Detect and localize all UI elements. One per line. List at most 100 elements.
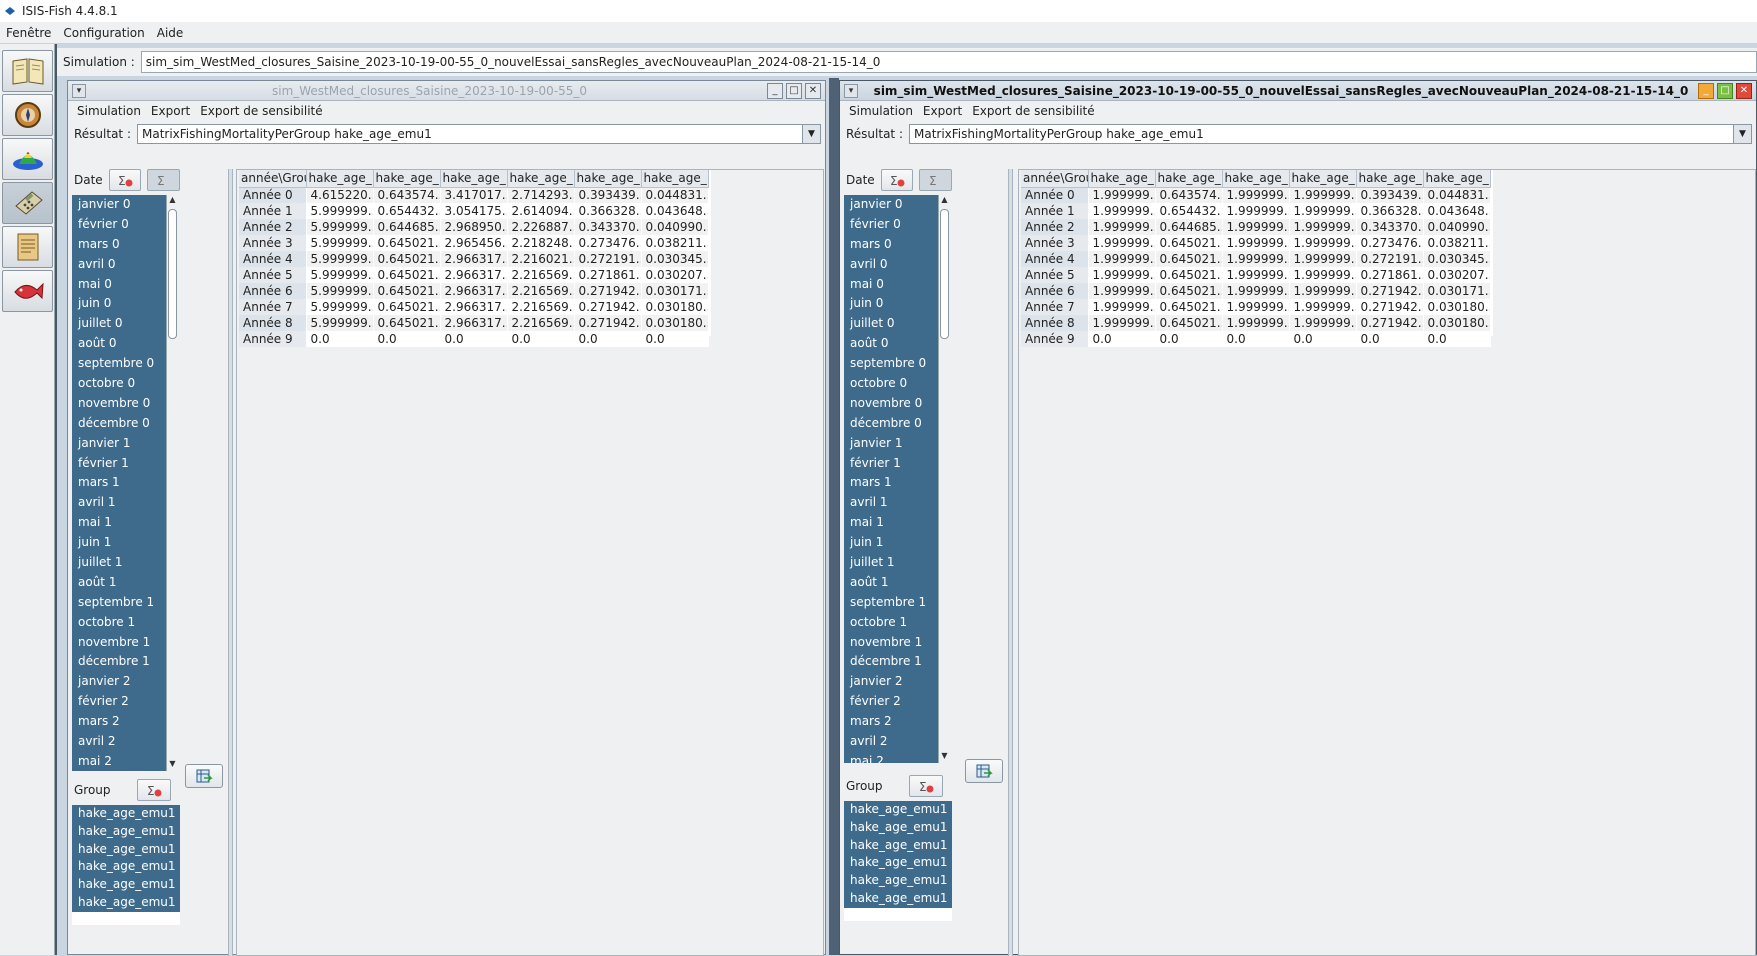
column-header[interactable]: hake_age_...	[1423, 170, 1491, 188]
date-list-item[interactable]: juillet 1	[72, 553, 178, 573]
date-list-item[interactable]: avril 2	[844, 732, 950, 752]
table-cell[interactable]: 1.999999...	[1088, 203, 1156, 219]
date-list-item[interactable]: août 1	[72, 573, 178, 593]
frame-1-titlebar[interactable]: ▾ sim_WestMed_closures_Saisine_2023-10-1…	[68, 81, 825, 101]
table-cell[interactable]: 0.030207...	[1423, 267, 1491, 283]
table-cell[interactable]: 2.614094...	[507, 203, 575, 219]
table-cell[interactable]: 0.654432...	[373, 203, 441, 219]
date-list-item[interactable]: février 1	[844, 454, 950, 474]
frame-1-date-sum-button[interactable]: Σ	[147, 169, 180, 191]
date-list-item[interactable]: juin 0	[844, 294, 950, 314]
table-cell[interactable]: 1.999999...	[1289, 235, 1357, 251]
table-cell[interactable]: 0.030171...	[641, 283, 709, 299]
table-cell[interactable]: 2.216569...	[507, 283, 575, 299]
frame-1-menu-export[interactable]: Export	[146, 104, 195, 118]
table-cell[interactable]: 0.273476...	[1356, 235, 1424, 251]
table-row[interactable]: Année 6 5.999999... 0.645021... 2.966317...…	[239, 283, 709, 299]
table-cell[interactable]: 0.0	[440, 331, 508, 347]
frame-2-maximize-button[interactable]: □	[1717, 82, 1733, 99]
table-cell[interactable]: 1.999999...	[1222, 315, 1290, 331]
table-cell[interactable]: 0.030180...	[1423, 299, 1491, 315]
table-cell[interactable]: 1.999999...	[1289, 251, 1357, 267]
table-row[interactable]: Année 5 5.999999... 0.645021... 2.966317...…	[239, 267, 709, 283]
date-list-item[interactable]: janvier 0	[72, 195, 178, 215]
date-list-item[interactable]: octobre 1	[844, 613, 950, 633]
table-cell[interactable]: 3.054175...	[440, 203, 508, 219]
table-cell[interactable]: 0.343370...	[574, 219, 642, 235]
table-row[interactable]: Année 3 5.999999... 0.645021... 2.965456...…	[239, 235, 709, 251]
frame-2-menu-export[interactable]: Export	[918, 104, 967, 118]
table-cell[interactable]: 0.645021...	[373, 251, 441, 267]
table-cell[interactable]: 1.999999...	[1222, 267, 1290, 283]
table-cell[interactable]: 2.966317...	[440, 315, 508, 331]
frame-1-table[interactable]: année\Grouphake_age_...hake_age_...hake_…	[239, 170, 711, 347]
simulation-field[interactable]: sim_sim_WestMed_closures_Saisine_2023-10…	[140, 51, 1757, 73]
frame-2-close-button[interactable]: ✕	[1736, 82, 1752, 99]
table-row[interactable]: Année 2 1.999999... 0.644685... 1.999999...…	[1021, 219, 1491, 235]
table-cell[interactable]: 0.030171...	[1423, 283, 1491, 299]
table-cell[interactable]: 2.966317...	[440, 267, 508, 283]
table-cell[interactable]: 0.0	[1222, 331, 1290, 347]
date-list-item[interactable]: août 0	[844, 334, 950, 354]
group-list-item[interactable]: hake_age_emu1 G	[72, 805, 180, 823]
frame-1-close-button[interactable]: ✕	[805, 82, 821, 99]
group-list-item[interactable]: hake_age_emu1 G	[844, 836, 952, 855]
group-list-item[interactable]: hake_age_emu1 G	[844, 801, 952, 819]
frame-1-export-button[interactable]	[185, 764, 223, 788]
table-row[interactable]: Année 9 0.0 0.0 0.0 0.0 0.0 0.0	[239, 331, 709, 347]
date-list-item[interactable]: août 1	[844, 573, 950, 593]
table-cell[interactable]: 0.271942...	[1356, 299, 1424, 315]
date-list-item[interactable]: mars 2	[72, 712, 178, 732]
table-cell[interactable]: 0.0	[1155, 331, 1223, 347]
chevron-down-icon[interactable]: ▼	[1733, 125, 1751, 143]
table-cell[interactable]: 2.216021...	[507, 251, 575, 267]
table-cell[interactable]: 2.218248...	[507, 235, 575, 251]
group-list-item[interactable]: hake_age_emu1 G	[72, 822, 180, 841]
column-header[interactable]: année\Group	[239, 170, 307, 188]
table-cell[interactable]: 1.999999...	[1088, 299, 1156, 315]
frame-1-result-select[interactable]: MatrixFishingMortalityPerGroup hake_age_…	[137, 124, 821, 144]
table-cell[interactable]: 2.216569...	[507, 299, 575, 315]
table-cell[interactable]: 1.999999...	[1222, 203, 1290, 219]
table-cell[interactable]: 0.271861...	[574, 267, 642, 283]
table-cell[interactable]: 0.030345...	[641, 251, 709, 267]
date-list-item[interactable]: septembre 1	[72, 593, 178, 613]
frame-2-date-list[interactable]: janvier 0 février 0 mars 0 avril 0 mai 0 juin…	[844, 195, 950, 763]
table-cell[interactable]: 5.999999...	[306, 299, 374, 315]
table-cell[interactable]: 1.999999...	[1222, 283, 1290, 299]
date-list-item[interactable]: septembre 0	[72, 354, 178, 374]
frame-2-date-sum-button[interactable]: Σ	[919, 169, 952, 191]
date-list-item[interactable]: juillet 0	[72, 314, 178, 334]
table-cell[interactable]: 0.0	[1088, 331, 1156, 347]
table-cell[interactable]: 2.226887...	[507, 219, 575, 235]
date-list-item[interactable]: mai 0	[844, 275, 950, 295]
book-button[interactable]	[2, 50, 53, 92]
frame-1-group-list[interactable]: hake_age_emu1 Ghake_age_emu1 Ghake_age_e…	[72, 805, 180, 925]
table-cell[interactable]: 0.0	[1289, 331, 1357, 347]
frame-1-maximize-button[interactable]: □	[786, 82, 802, 99]
date-list-item[interactable]: octobre 1	[72, 613, 178, 633]
table-cell[interactable]: 2.216569...	[507, 267, 575, 283]
column-header[interactable]: hake_age_...	[1088, 170, 1156, 188]
table-cell[interactable]: 0.0	[507, 331, 575, 347]
frame-1-group-clear-button[interactable]: Σ	[136, 779, 171, 801]
column-header[interactable]: hake_age_...	[574, 170, 642, 188]
table-cell[interactable]: 0.043648...	[1423, 203, 1491, 219]
table-cell[interactable]: 0.271942...	[1356, 315, 1424, 331]
table-cell[interactable]: 1.999999...	[1222, 235, 1290, 251]
date-list-item[interactable]: février 0	[844, 215, 950, 235]
notes-button[interactable]	[2, 226, 53, 268]
frame-2-date-clear-button[interactable]: Σ	[880, 169, 914, 191]
table-cell[interactable]: 0.272191...	[574, 251, 642, 267]
frame-1-menu-export-sensibilite[interactable]: Export de sensibilité	[195, 104, 327, 118]
frame-1-splitter[interactable]	[228, 169, 233, 956]
table-cell[interactable]: 0.393439...	[574, 187, 642, 203]
table-cell[interactable]: 0.273476...	[574, 235, 642, 251]
table-row[interactable]: Année 6 1.999999... 0.645021... 1.999999...…	[1021, 283, 1491, 299]
date-list-item[interactable]: mai 0	[72, 275, 178, 295]
table-cell[interactable]: 5.999999...	[306, 267, 374, 283]
date-list-item[interactable]: avril 1	[844, 493, 950, 513]
menu-configuration[interactable]: Configuration	[57, 26, 150, 40]
table-cell[interactable]: 5.999999...	[306, 251, 374, 267]
table-cell[interactable]: 5.999999...	[306, 219, 374, 235]
